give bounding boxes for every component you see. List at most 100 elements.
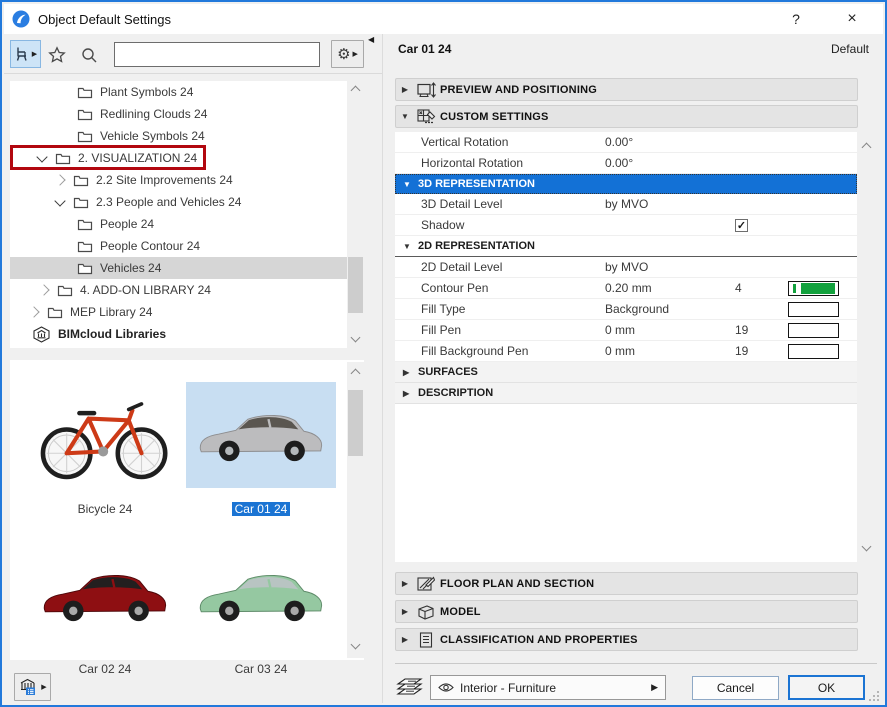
bimcloud-settings-button[interactable]: ▶: [14, 673, 51, 701]
settings-scrollbar[interactable]: [858, 132, 875, 562]
scroll-up-icon[interactable]: [862, 143, 872, 153]
section-model[interactable]: ▶ MODEL: [395, 600, 858, 623]
setting-value[interactable]: 0.00°: [605, 135, 735, 149]
scroll-down-icon[interactable]: [351, 640, 361, 650]
shadow-checkbox[interactable]: ✓: [735, 219, 748, 232]
setting-row-fill-background-pen[interactable]: Fill Background Pen 0 mm 19: [395, 341, 857, 362]
chevron-right-icon[interactable]: [28, 306, 39, 317]
group-label: DESCRIPTION: [418, 387, 493, 399]
section-custom-settings[interactable]: ▼ CUSTOM SETTINGS: [395, 105, 858, 128]
scrollbar-thumb[interactable]: [348, 390, 363, 456]
contour-pen-swatch[interactable]: [788, 281, 839, 296]
tree-item-label: Plant Symbols 24: [100, 85, 193, 99]
setting-row-2d-detail-level[interactable]: 2D Detail Level by MVO: [395, 257, 857, 278]
tree-scrollbar[interactable]: [347, 81, 364, 348]
tree-item-redlining-clouds[interactable]: Redlining Clouds 24: [10, 103, 364, 125]
search-input[interactable]: [114, 42, 320, 67]
setting-row-horizontal-rotation[interactable]: Horizontal Rotation 0.00°: [395, 153, 857, 174]
gear-icon: ⚙: [337, 45, 350, 63]
object-tool-button[interactable]: ▶: [10, 40, 41, 68]
bimcloud-icon: [32, 326, 51, 343]
scrollbar-thumb[interactable]: [348, 257, 363, 313]
setting-row-vertical-rotation[interactable]: Vertical Rotation 0.00°: [395, 132, 857, 153]
group-row-surfaces[interactable]: ▶ SURFACES: [395, 362, 857, 383]
setting-label: Shadow: [395, 218, 605, 232]
floor-plan-icon: [417, 576, 435, 592]
tree-item-bimcloud-libraries[interactable]: BIMcloud Libraries: [10, 323, 364, 345]
help-button[interactable]: ?: [777, 4, 815, 34]
scroll-up-icon[interactable]: [351, 86, 361, 96]
fill-background-pen-swatch[interactable]: [788, 344, 839, 359]
triangle-right-icon: ▶: [403, 368, 418, 377]
ok-button[interactable]: OK: [788, 675, 865, 700]
setting-row-fill-pen[interactable]: Fill Pen 0 mm 19: [395, 320, 857, 341]
tree-item-vehicle-symbols[interactable]: Vehicle Symbols 24: [10, 125, 364, 147]
chevron-right-icon[interactable]: [54, 174, 65, 185]
chevron-down-icon[interactable]: [54, 195, 65, 206]
tree-item-label: 4. ADD-ON LIBRARY 24: [80, 283, 211, 297]
group-row-2d-representation[interactable]: ▼ 2D REPRESENTATION: [395, 236, 857, 257]
tree-item-label: Redlining Clouds 24: [100, 107, 207, 121]
setting-row-fill-type[interactable]: Fill Type Background: [395, 299, 857, 320]
setting-value[interactable]: by MVO: [605, 260, 735, 274]
tree-item-people-contour[interactable]: People Contour 24: [10, 235, 364, 257]
thumbnail-car-03[interactable]: Car 03 24: [186, 542, 336, 676]
tree-item-people-and-vehicles[interactable]: 2.3 People and Vehicles 24: [10, 191, 364, 213]
tree-item-vehicles[interactable]: Vehicles 24: [10, 257, 364, 279]
thumbnail-bicycle[interactable]: Bicycle 24: [30, 382, 180, 516]
setting-value[interactable]: 0 mm: [605, 323, 735, 337]
car-03-image: [191, 548, 331, 642]
section-preview-and-positioning[interactable]: ▶ PREVIEW AND POSITIONING: [395, 78, 858, 101]
layer-select[interactable]: Interior - Furniture ▶: [430, 675, 666, 700]
tree-item-mep-library[interactable]: MEP Library 24: [10, 301, 364, 323]
custom-settings-icon: [417, 109, 436, 125]
chevron-right-icon[interactable]: [38, 284, 49, 295]
fill-type-swatch[interactable]: [788, 302, 839, 317]
group-row-3d-representation[interactable]: ▼ 3D REPRESENTATION: [395, 174, 857, 194]
layers-icon[interactable]: [396, 676, 424, 699]
search-button[interactable]: [78, 44, 100, 66]
setting-label: Fill Pen: [395, 323, 605, 337]
section-floor-plan-and-section[interactable]: ▶ FLOOR PLAN AND SECTION: [395, 572, 858, 595]
preview-scrollbar[interactable]: [347, 362, 364, 658]
tree-item-visualization[interactable]: 2. VISUALIZATION 24: [10, 147, 364, 169]
resize-grip[interactable]: [869, 691, 879, 701]
section-label: FLOOR PLAN AND SECTION: [440, 578, 594, 590]
setting-label: Horizontal Rotation: [395, 156, 605, 170]
folder-icon: [73, 196, 89, 209]
setting-value[interactable]: 0.00°: [605, 156, 735, 170]
tree-item-site-improvements[interactable]: 2.2 Site Improvements 24: [10, 169, 364, 191]
setting-value[interactable]: 0.20 mm: [605, 281, 735, 295]
triangle-right-icon: ▶: [396, 85, 414, 94]
pen-number[interactable]: 4: [735, 281, 788, 295]
setting-value[interactable]: Background: [605, 302, 735, 316]
cancel-button[interactable]: Cancel: [692, 676, 779, 700]
collapse-panel-icon[interactable]: ◀: [368, 35, 374, 44]
chevron-right-icon: ▶: [353, 50, 358, 58]
scroll-down-icon[interactable]: [862, 542, 872, 552]
section-classification-and-properties[interactable]: ▶ CLASSIFICATION AND PROPERTIES: [395, 628, 858, 651]
group-row-description[interactable]: ▶ DESCRIPTION: [395, 383, 857, 404]
scroll-up-icon[interactable]: [351, 369, 361, 379]
title-bar: Object Default Settings ? ×: [4, 4, 883, 34]
setting-label: 3D Detail Level: [395, 197, 605, 211]
tree-item-people[interactable]: People 24: [10, 213, 364, 235]
setting-row-contour-pen[interactable]: Contour Pen 0.20 mm 4: [395, 278, 857, 299]
thumbnail-car-02[interactable]: Car 02 24: [30, 542, 180, 676]
pen-number[interactable]: 19: [735, 344, 788, 358]
chevron-down-icon[interactable]: [36, 151, 47, 162]
fill-pen-swatch[interactable]: [788, 323, 839, 338]
thumbnail-car-01[interactable]: Car 01 24: [186, 382, 336, 516]
favorites-button[interactable]: [46, 44, 68, 66]
setting-value[interactable]: 0 mm: [605, 344, 735, 358]
setting-row-shadow[interactable]: Shadow ✓: [395, 215, 857, 236]
setting-value[interactable]: by MVO: [605, 197, 735, 211]
tree-item-plant-symbols[interactable]: Plant Symbols 24: [10, 81, 364, 103]
setting-row-3d-detail-level[interactable]: 3D Detail Level by MVO: [395, 194, 857, 215]
settings-menu-button[interactable]: ⚙ ▶: [331, 40, 364, 68]
pen-number[interactable]: 19: [735, 323, 788, 337]
tree-item-addon-library[interactable]: 4. ADD-ON LIBRARY 24: [10, 279, 364, 301]
close-icon[interactable]: ×: [833, 4, 871, 34]
tree-item-label: 2. VISUALIZATION 24: [78, 151, 197, 165]
scroll-down-icon[interactable]: [351, 333, 361, 343]
